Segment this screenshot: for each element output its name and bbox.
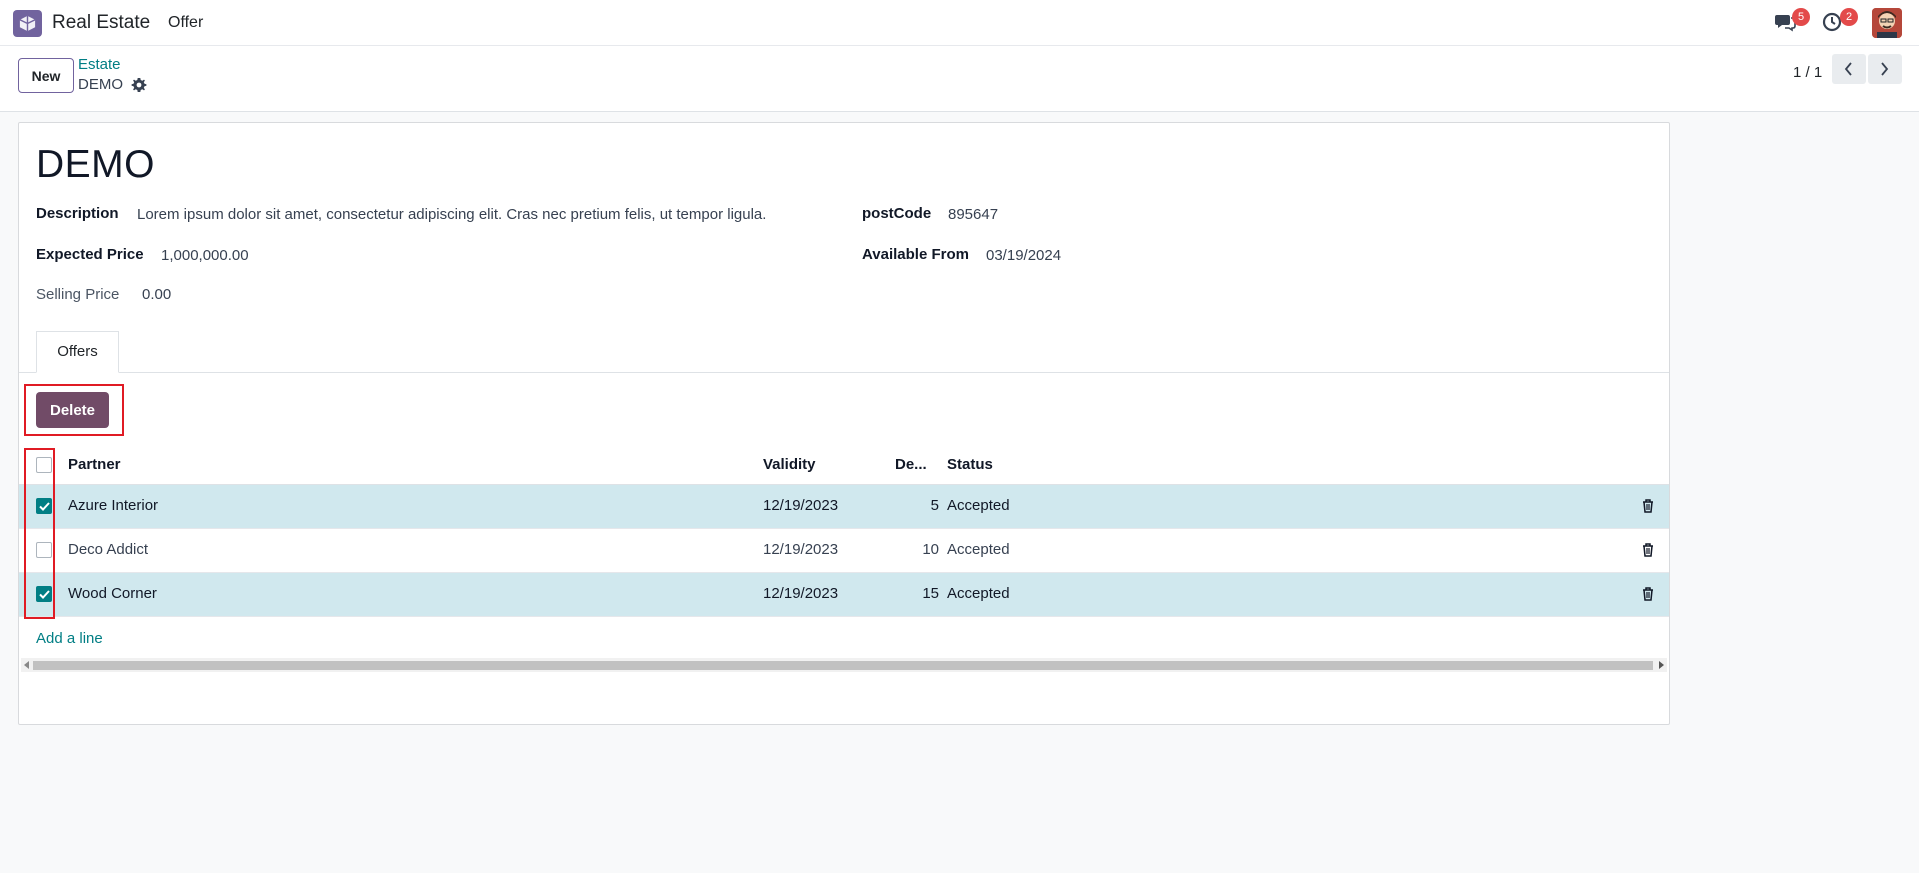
expected-price-value[interactable]: 1,000,000.00 (161, 247, 249, 264)
table-row[interactable]: Deco Addict 12/19/2023 10 Accepted (19, 529, 1669, 573)
menu-item-offer[interactable]: Offer (168, 14, 203, 32)
validity-cell[interactable]: 12/19/2023 (763, 541, 838, 558)
column-partner[interactable]: Partner (68, 456, 121, 473)
column-status[interactable]: Status (947, 456, 993, 473)
form-sheet: DEMO Description Lorem ipsum dolor sit a… (18, 122, 1670, 725)
deadline-cell[interactable]: 5 (919, 497, 939, 514)
pager-next-button[interactable] (1868, 54, 1902, 84)
breadcrumb-parent[interactable]: Estate (78, 56, 121, 73)
trash-icon[interactable] (1642, 499, 1654, 513)
row-checkbox[interactable] (36, 586, 52, 602)
messages-button[interactable]: 5 (1774, 8, 1810, 34)
table-row[interactable]: Azure Interior 12/19/2023 5 Accepted (19, 485, 1669, 529)
postcode-label: postCode (862, 205, 932, 222)
description-value[interactable]: Lorem ipsum dolor sit amet, consectetur … (137, 206, 766, 223)
messages-badge: 5 (1792, 8, 1810, 26)
postcode-value[interactable]: 895647 (948, 206, 998, 223)
description-label: Description (36, 205, 119, 222)
partner-cell[interactable]: Wood Corner (68, 585, 157, 602)
scrollbar-thumb[interactable] (33, 661, 1653, 670)
breadcrumb-current: DEMO (78, 76, 123, 93)
activities-button[interactable]: 2 (1822, 8, 1858, 34)
available-from-label: Available From (862, 246, 969, 263)
user-avatar[interactable] (1872, 8, 1902, 38)
activities-badge: 2 (1840, 8, 1858, 26)
deadline-cell[interactable]: 10 (919, 541, 939, 558)
chevron-right-icon (1881, 62, 1889, 76)
validity-cell[interactable]: 12/19/2023 (763, 497, 838, 514)
chevron-left-icon (1844, 62, 1852, 76)
horizontal-scrollbar[interactable] (21, 658, 1667, 672)
selling-price-value: 0.00 (142, 286, 172, 303)
add-line-link[interactable]: Add a line (36, 630, 103, 647)
column-deadline[interactable]: De... (895, 456, 927, 473)
partner-cell[interactable]: Deco Addict (68, 541, 148, 558)
select-all-checkbox[interactable] (36, 457, 52, 473)
check-icon (39, 502, 50, 511)
tab-divider (19, 372, 1669, 373)
clock-icon (1822, 12, 1842, 32)
table-row[interactable]: Wood Corner 12/19/2023 15 Accepted (19, 573, 1669, 617)
top-navbar: Real Estate Offer 5 2 (0, 0, 1919, 46)
app-logo-icon[interactable] (13, 10, 42, 37)
delete-button[interactable]: Delete (36, 392, 109, 428)
app-name[interactable]: Real Estate (52, 12, 150, 34)
selling-price-label: Selling Price (36, 286, 120, 303)
status-cell[interactable]: Accepted (947, 541, 1010, 558)
offers-table-header: Partner Validity De... Status (19, 446, 1669, 485)
control-panel: New Estate DEMO 1 / 1 (0, 46, 1919, 112)
available-from-value[interactable]: 03/19/2024 (986, 247, 1061, 264)
gear-icon[interactable] (131, 77, 147, 93)
expected-price-label: Expected Price (36, 246, 144, 263)
check-icon (39, 590, 50, 599)
row-checkbox[interactable] (36, 498, 52, 514)
record-title[interactable]: DEMO (36, 143, 155, 187)
trash-icon[interactable] (1642, 587, 1654, 601)
scroll-left-arrow-icon[interactable] (24, 661, 29, 669)
partner-cell[interactable]: Azure Interior (68, 497, 158, 514)
pager-value[interactable]: 1 / 1 (1793, 64, 1822, 81)
validity-cell[interactable]: 12/19/2023 (763, 585, 838, 602)
tab-offers[interactable]: Offers (36, 331, 119, 373)
deadline-cell[interactable]: 15 (919, 585, 939, 602)
pager-previous-button[interactable] (1832, 54, 1866, 84)
row-checkbox[interactable] (36, 542, 52, 558)
scroll-right-arrow-icon[interactable] (1659, 661, 1664, 669)
column-validity[interactable]: Validity (763, 456, 816, 473)
new-button[interactable]: New (18, 58, 74, 93)
trash-icon[interactable] (1642, 543, 1654, 557)
status-cell[interactable]: Accepted (947, 497, 1010, 514)
status-cell[interactable]: Accepted (947, 585, 1010, 602)
